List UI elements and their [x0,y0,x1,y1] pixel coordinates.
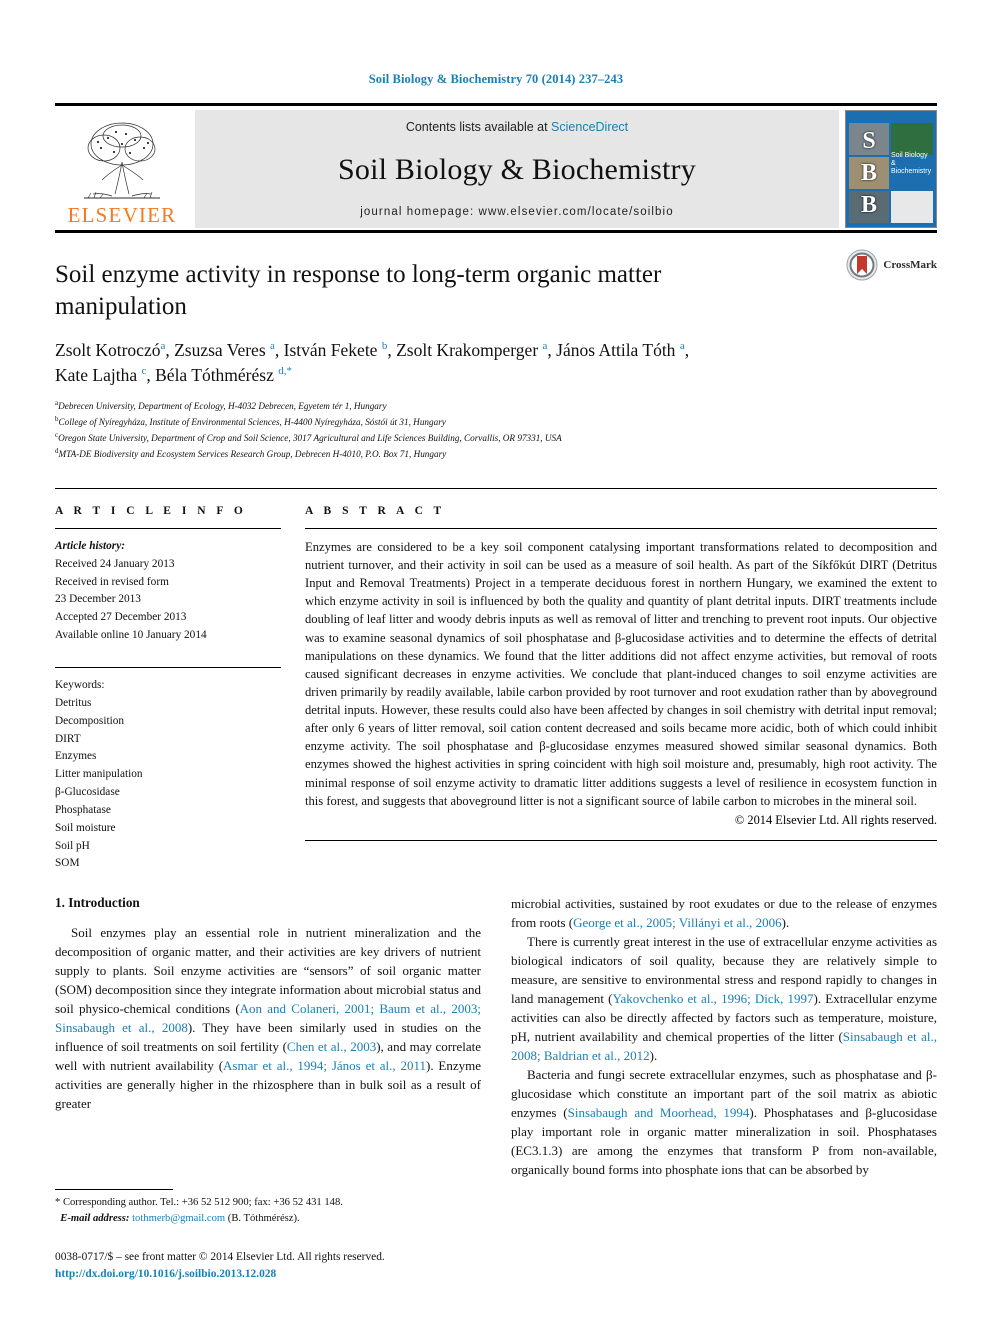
keyword-item: β-Glucosidase [55,786,120,799]
article-info-column: A R T I C L E I N F O Article history: R… [55,489,305,873]
keywords-list: Keywords: Detritus Decomposition DIRT En… [55,668,281,873]
keyword-item: SOM [55,857,80,870]
elsevier-tree-icon [84,122,160,199]
keyword-item: Detritus [55,696,92,709]
journal-title: Soil Biology & Biochemistry [338,153,696,186]
affiliation-list: aDebrecen University, Department of Ecol… [55,398,937,462]
abstract-column: A B S T R A C T Enzymes are considered t… [305,489,937,873]
info-abstract-region: A R T I C L E I N F O Article history: R… [55,487,937,873]
cover-image-4 [891,123,933,155]
contents-prefix: Contents lists available at [405,120,552,134]
affiliation-text-b: College of Nyíregyháza, Institute of Env… [58,416,446,427]
section-heading-introduction: 1. Introduction [55,895,140,911]
history-received: Received 24 January 2013 [55,557,175,570]
author-list: Zsolt Kotroczóa, Zsuzsa Veres a, István … [55,338,937,389]
email-label: E-mail address: [60,1213,130,1225]
contents-list-line: Contents lists available at ScienceDirec… [406,120,628,134]
email-suffix: (B. Tóthmérész). [227,1213,300,1225]
cover-sbb-letters: S B B [853,125,885,221]
journal-article-page: Soil Biology & Biochemistry 70 (2014) 23… [0,0,992,1323]
citation-link[interactable]: Sinsabaugh and Moorhead, 1994 [568,1105,750,1120]
affiliation-text-c: Oregon State University, Department of C… [58,432,562,443]
affiliation-b: bCollege of Nyíregyháza, Institute of En… [55,414,937,430]
right-text-1-end: ). [781,915,790,931]
keyword-item: Enzymes [55,750,97,763]
cover-image-6 [891,191,933,223]
affiliation-d: dMTA-DE Biodiversity and Ecosystem Servi… [55,446,937,462]
author-line-1: Zsolt Kotroczóa, Zsuzsa Veres a, István … [55,340,690,360]
right-paragraph-1: microbial activities, sustained by root … [511,895,937,933]
cover-letter-s: S [862,127,876,154]
right-paragraph-3: Bacteria and fungi secrete extracellular… [511,1066,937,1180]
right-text-2-end: ). [649,1048,658,1064]
page-title: Soil enzyme activity in response to long… [55,261,662,320]
affiliation-text-d: MTA-DE Biodiversity and Ecosystem Servic… [58,448,447,459]
keyword-item: Decomposition [55,714,125,727]
sciencedirect-link[interactable]: ScienceDirect [551,120,628,134]
aff-marker-a3: a [542,340,548,353]
page-footer: 0038-0717/$ – see front matter © 2014 El… [55,1249,485,1283]
abstract-text: Enzymes are considered to be a key soil … [305,539,937,808]
aff-marker-a4: a [679,340,685,353]
keyword-item: Soil moisture [55,821,116,834]
keyword-item: DIRT [55,732,81,745]
citation-link[interactable]: Yakovchenko et al., 1996; Dick, 1997 [612,991,813,1006]
keyword-item: Soil pH [55,839,90,852]
journal-cover-thumbnail: S B B Soil Biology & Biochemistry [845,110,937,228]
cover-letter-b2: B [860,191,877,218]
email-link[interactable]: tothmerb@gmail.com [132,1213,225,1224]
history-revised-date: 23 December 2013 [55,593,141,606]
aff-marker-d: d,* [278,365,292,378]
body-left-column: 1. Introduction Soil enzymes play an ess… [55,895,481,1180]
keyword-item: Phosphatase [55,803,111,816]
aff-marker-a: a [160,340,166,353]
keywords-label: Keywords: [55,679,105,691]
abstract-copyright: © 2014 Elsevier Ltd. All rights reserved… [734,812,937,827]
abstract-heading: A B S T R A C T [305,504,446,517]
crossmark-label: CrossMark [883,259,937,271]
article-history-label: Article history: [55,539,125,552]
keyword-item: Litter manipulation [55,768,143,781]
journal-banner: Contents lists available at ScienceDirec… [195,110,839,228]
right-paragraph-2: There is currently great interest in the… [511,933,937,1066]
history-revised-label: Received in revised form [55,575,169,588]
cover-letter-b1: B [860,159,877,186]
title-block: Soil enzyme activity in response to long… [55,233,937,462]
cover-journal-title: Soil Biology & Biochemistry [891,152,932,176]
abstract-bottom-rule [305,839,937,841]
footnote-divider [55,1189,173,1191]
corresponding-author-footnote: * Corresponding author. Tel.: +36 52 512… [55,1189,470,1227]
history-accepted: Accepted 27 December 2013 [55,611,187,624]
aff-marker-a2: a [270,340,275,353]
history-online: Available online 10 January 2014 [55,629,207,642]
affiliation-text-a: Debrecen University, Department of Ecolo… [58,400,387,411]
affiliation-a: aDebrecen University, Department of Ecol… [55,398,937,414]
corresponding-author-line: * Corresponding author. Tel.: +36 52 512… [55,1197,343,1209]
article-info-heading: A R T I C L E I N F O [55,504,247,517]
author-line-2: Kate Lajtha c, Béla Tóthmérész d,* [55,365,292,386]
article-history: Article history: Received 24 January 201… [55,529,281,645]
running-head: Soil Biology & Biochemistry 70 (2014) 23… [368,72,624,86]
crossmark-icon [846,249,878,281]
journal-homepage-link[interactable]: journal homepage: www.elsevier.com/locat… [360,206,673,218]
aff-marker-c: c [141,365,147,378]
intro-paragraph-left: Soil enzymes play an essential role in n… [55,924,481,1114]
issn-copyright-line: 0038-0717/$ – see front matter © 2014 El… [55,1250,385,1263]
citation-link[interactable]: Chen et al., 2003 [287,1039,376,1054]
body-right-column: microbial activities, sustained by root … [511,895,937,1180]
email-line: E-mail address: tothmerb@gmail.com (B. T… [55,1211,470,1227]
crossmark-badge[interactable]: CrossMark [846,249,937,281]
affiliation-c: cOregon State University, Department of … [55,430,937,446]
citation-link[interactable]: George et al., 2005; Villányi et al., 20… [573,915,782,930]
journal-masthead: ELSEVIER Contents lists available at Sci… [55,103,937,228]
body-text-region: 1. Introduction Soil enzymes play an ess… [55,895,937,1180]
doi-link[interactable]: http://dx.doi.org/10.1016/j.soilbio.2013… [55,1266,485,1283]
aff-marker-b: b [381,340,388,353]
elsevier-logo: ELSEVIER [55,110,189,228]
citation-link[interactable]: Asmar et al., 1994; János et al., 2011 [223,1058,426,1073]
elsevier-wordmark: ELSEVIER [67,203,177,227]
